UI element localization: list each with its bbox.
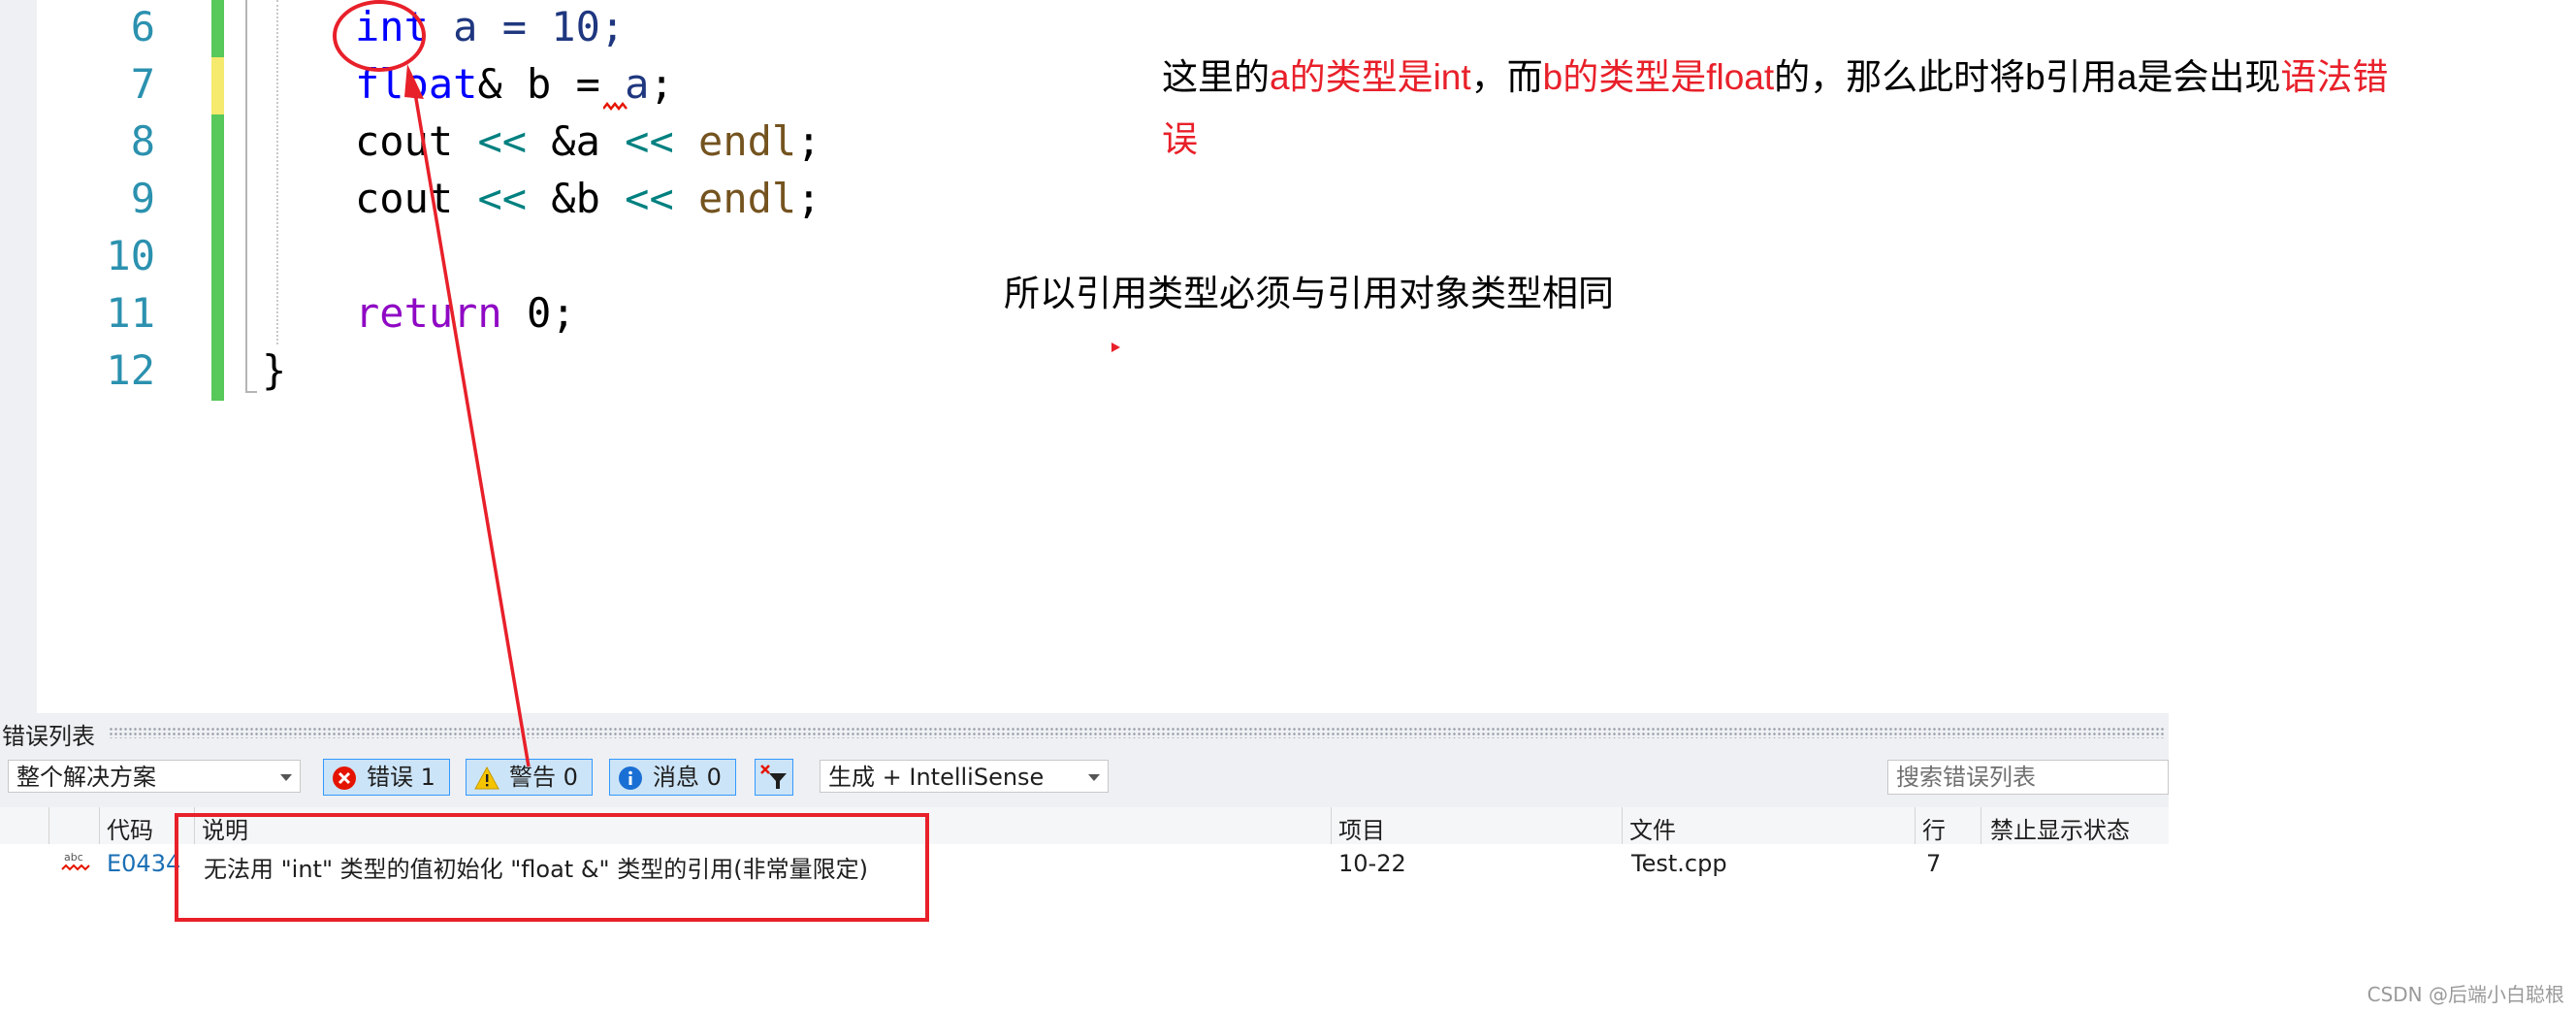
column-header-file[interactable]: 文件 [1629,811,1676,845]
code-text: 0; [501,289,576,337]
code-text: &b [527,175,626,222]
search-error-list-input[interactable]: 搜索错误列表 [1887,760,2169,795]
identifier: endl [673,117,797,165]
column-separator [99,807,100,844]
errors-filter-button[interactable]: 错误 1 [323,759,450,796]
filter-icon [760,765,787,789]
operator: << [625,175,674,222]
error-icon [333,766,356,790]
line-number: 9 [130,175,155,222]
chevron-down-icon [280,774,292,781]
annotation-highlight: a的类型是int [1270,57,1471,97]
warnings-filter-button[interactable]: 警告 0 [466,759,593,796]
warnings-filter-label: 警告 0 [509,764,578,791]
editor-margin [0,0,37,713]
error-project: 10-22 [1338,850,1406,877]
panel-grip[interactable] [109,727,2165,738]
code-text: } [262,346,287,394]
line-number: 10 [106,232,155,279]
operator: << [625,117,674,165]
change-indicator [211,286,224,343]
change-indicator [211,172,224,229]
annotation-text: 这里的 [1162,57,1270,97]
change-indicator [211,114,224,172]
annotation-conclusion: 所以引用类型必须与引用对象类型相同 [1004,274,1614,313]
identifier: endl [673,175,797,222]
code-text: ; [649,60,674,108]
chevron-down-icon [1088,774,1100,781]
code-text: ; [796,175,821,222]
change-indicator [211,229,224,286]
messages-filter-label: 消息 0 [653,764,722,791]
code-text: ; [796,117,821,165]
indent-guide [276,0,278,344]
info-icon [619,766,642,790]
annotation-text: 的，那么此时将b引用a是会出现 [1774,57,2281,97]
code-line-8[interactable]: cout << &a << endl; [355,113,821,170]
column-header-line[interactable]: 行 [1922,811,1946,845]
annotation-note: 这里的a的类型是int，而b的类型是float的，那么此时将b引用a是会出现语法… [1162,47,2452,171]
column-separator [1915,807,1916,844]
annotation-highlight: 误 [1162,119,1198,159]
scope-dropdown[interactable]: 整个解决方案 [8,760,301,793]
annotation-highlight: b的类型是float [1542,57,1775,97]
keyword: return [355,289,502,337]
change-indicator [211,57,224,114]
outline-fold-end [245,391,257,393]
annotation-marker [1111,342,1120,352]
annotation-highlight: 语法错 [2280,57,2389,97]
code-text: cout [355,117,478,165]
code-line-9[interactable]: cout << &b << endl; [355,170,821,227]
intellisense-error-icon: abc [61,851,90,871]
code-text: a = 10; [428,3,626,50]
error-line: 7 [1926,850,1942,877]
error-list-titlebar: 错误列表 [0,713,2169,752]
watermark: CSDN @后端小白聪根 [2367,983,2564,1006]
code-line-11[interactable]: return 0; [355,284,576,342]
line-number: 8 [130,117,155,165]
column-header-suppression[interactable]: 禁止显示状态 [1990,811,2130,845]
change-indicator [211,343,224,401]
line-number: 12 [106,346,155,394]
annotation-text: ，而 [1470,57,1543,97]
highlight-circle [333,0,426,72]
line-number: 7 [130,60,155,108]
outline-fold-line [245,0,247,393]
change-indicator [211,0,224,57]
errors-filter-label: 错误 1 [367,764,435,791]
build-filter-dropdown[interactable]: 生成 + IntelliSense [820,760,1109,793]
code-text: cout [355,175,478,222]
error-list-title: 错误列表 [2,723,95,750]
column-separator [1331,807,1332,844]
column-separator [1980,807,1981,844]
line-number: 11 [106,289,155,337]
error-code-link[interactable]: E0434 [107,850,180,877]
column-header-code[interactable]: 代码 [107,811,153,845]
column-separator [48,807,49,844]
filter-toggle-button[interactable] [755,759,793,796]
svg-text:abc: abc [64,851,83,864]
build-filter-value: 生成 + IntelliSense [828,764,1045,791]
operator: << [477,175,528,222]
error-squiggle [603,101,628,112]
line-number: 6 [130,3,155,50]
scope-dropdown-value: 整个解决方案 [16,764,156,791]
column-separator [1622,807,1623,844]
error-file: Test.cpp [1631,850,1727,877]
code-editor[interactable]: 6 7 8 9 10 11 12 int a = 10; float& b = … [0,0,2388,713]
messages-filter-button[interactable]: 消息 0 [609,759,736,796]
highlight-box [175,813,929,922]
warning-icon [474,766,499,790]
operator: << [477,117,528,165]
code-text: &a [527,117,626,165]
column-header-project[interactable]: 项目 [1338,811,1385,845]
code-line-12[interactable]: } [262,342,286,399]
